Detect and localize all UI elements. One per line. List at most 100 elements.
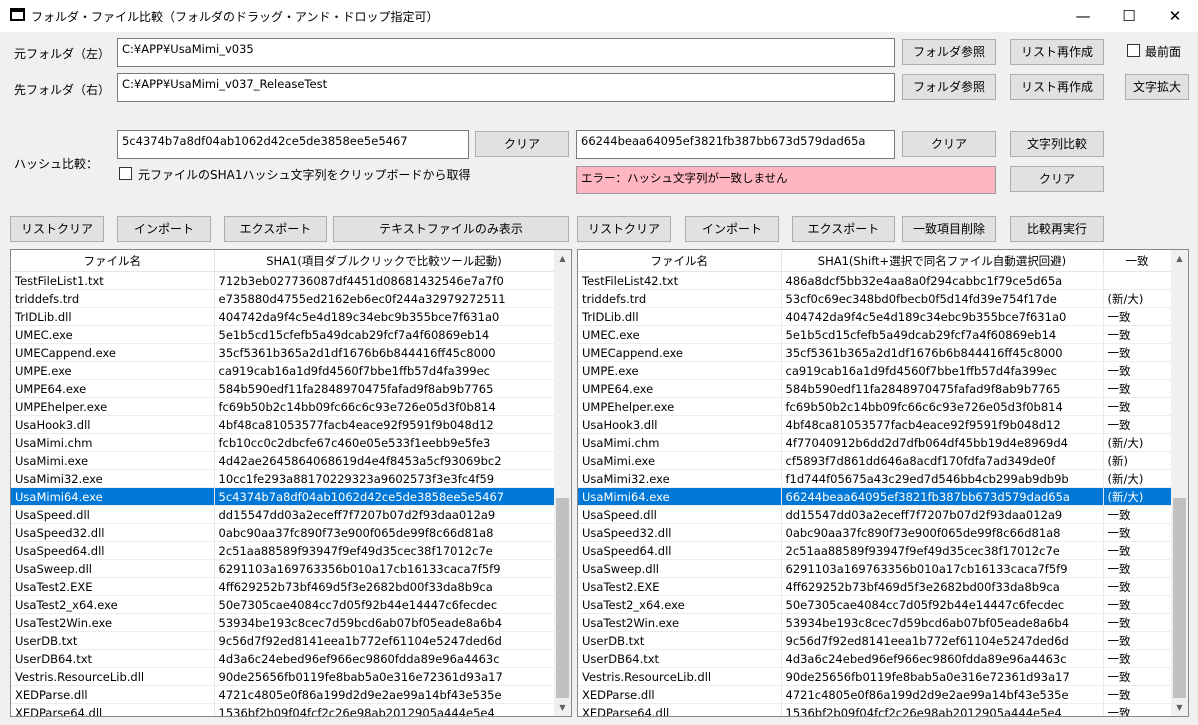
hash-clear-all-button[interactable]: クリア: [1010, 166, 1104, 192]
right-file-list[interactable]: ファイル名 SHA1(Shift+選択で同名ファイル自動選択回避) 一致 Tes…: [577, 249, 1189, 717]
left-column-filename-header[interactable]: ファイル名: [11, 250, 215, 272]
table-row[interactable]: UsaMimi64.exe 66244beaa64095ef3821fb387bb…: [578, 487, 1172, 506]
table-row[interactable]: UMPE.exe ca919cab16a1d9fd4560f7bbe1ffb57d…: [11, 361, 555, 380]
sha1-cell: 4d42ae2645864068619d4e4f8453a5cf93069bc2: [214, 451, 555, 470]
table-row[interactable]: UsaSpeed.dll dd15547dd03a2eceff7f7207b07d…: [11, 505, 555, 524]
table-row[interactable]: UsaTest2Win.exe 53934be193c8cec7d59bcd6ab…: [578, 613, 1172, 632]
right-export-button[interactable]: エクスポート: [792, 216, 895, 242]
table-row[interactable]: UsaHook3.dll 4bf48ca81053577facb4eace92f9…: [578, 415, 1172, 434]
table-row[interactable]: Vestris.ResourceLib.dll 90de25656fb0119fe…: [578, 667, 1172, 686]
maximize-button[interactable]: ☐: [1106, 0, 1152, 32]
table-row[interactable]: UsaMimi32.exe f1d744f05675a43c29ed7d546bb…: [578, 469, 1172, 488]
left-file-list[interactable]: ファイル名 SHA1(項目ダブルクリックで比較ツール起動) TestFileLi…: [10, 249, 572, 717]
table-row[interactable]: UserDB.txt 9c56d7f92ed8141eea1b772ef61104…: [578, 631, 1172, 650]
left-export-button[interactable]: エクスポート: [224, 216, 327, 242]
table-row[interactable]: UsaSpeed32.dll 0abc90aa37fc890f73e900f065…: [578, 523, 1172, 542]
table-row[interactable]: UserDB64.txt 4d3a6c24ebed96ef966ec9860fdd…: [11, 649, 555, 668]
table-row[interactable]: UMECappend.exe 35cf5361b365a2d1df1676b6b8…: [11, 343, 555, 362]
table-row[interactable]: Vestris.ResourceLib.dll 90de25656fb0119fe…: [11, 667, 555, 686]
table-row[interactable]: UsaSpeed64.dll 2c51aa88589f93947f9ef49d35…: [578, 541, 1172, 560]
table-row[interactable]: UsaSpeed32.dll 0abc90aa37fc890f73e900f065…: [11, 523, 555, 542]
right-folder-browse-button[interactable]: フォルダ参照: [902, 74, 996, 100]
filename-cell: UsaMimi64.exe: [578, 487, 782, 506]
table-row[interactable]: XEDParse.dll 4721c4805e0f86a199d2d9e2ae99…: [578, 685, 1172, 704]
left-list-clear-button[interactable]: リストクリア: [10, 216, 104, 242]
table-row[interactable]: UserDB.txt 9c56d7f92ed8141eea1b772ef61104…: [11, 631, 555, 650]
table-row[interactable]: UMPE.exe ca919cab16a1d9fd4560f7bbe1ffb57d…: [578, 361, 1172, 380]
left-scroll-thumb[interactable]: [556, 498, 569, 698]
left-folder-browse-button[interactable]: フォルダ参照: [902, 39, 996, 65]
match-cell: (新/大): [1103, 469, 1172, 488]
table-row[interactable]: UsaMimi.chm 4f77040912b6dd2d7dfb064df45bb…: [578, 433, 1172, 452]
topmost-checkbox[interactable]: [1127, 44, 1140, 57]
right-column-filename-header[interactable]: ファイル名: [578, 250, 782, 272]
table-row[interactable]: UsaMimi.exe 4d42ae2645864068619d4e4f8453a…: [11, 451, 555, 470]
minimize-button[interactable]: —: [1060, 0, 1106, 32]
table-row[interactable]: UsaHook3.dll 4bf48ca81053577facb4eace92f9…: [11, 415, 555, 434]
right-list-rebuild-button[interactable]: リスト再作成: [1010, 74, 1104, 100]
delete-matching-items-button[interactable]: 一致項目削除: [902, 216, 996, 242]
right-list-scrollbar[interactable]: ▲ ▼: [1171, 250, 1188, 716]
table-row[interactable]: UserDB64.txt 4d3a6c24ebed96ef966ec9860fdd…: [578, 649, 1172, 668]
table-row[interactable]: UMEC.exe 5e1b5cd15cfefb5a49dcab29fcf7a4f6…: [11, 325, 555, 344]
table-row[interactable]: UsaMimi.chm fcb10cc0c2dbcfe67c460e05e533f…: [11, 433, 555, 452]
filename-cell: triddefs.trd: [578, 289, 782, 308]
table-row[interactable]: XEDParse64.dll 1536bf2b09f04fcf2c26e98ab2…: [578, 703, 1172, 716]
table-row[interactable]: UsaMimi.exe cf5893f7d861dd646a8acdf170fdf…: [578, 451, 1172, 470]
right-column-sha1-header[interactable]: SHA1(Shift+選択で同名ファイル自動選択回避): [781, 250, 1104, 272]
left-list-rebuild-button[interactable]: リスト再作成: [1010, 39, 1104, 65]
table-row[interactable]: UMPE64.exe 584b590edf11fa2848970475fafad9…: [578, 379, 1172, 398]
table-row[interactable]: XEDParse.dll 4721c4805e0f86a199d2d9e2ae99…: [11, 685, 555, 704]
right-hash-clear-button[interactable]: クリア: [902, 131, 996, 157]
match-cell: 一致: [1103, 505, 1172, 524]
compare-strings-button[interactable]: 文字列比較: [1010, 131, 1104, 157]
scroll-down-arrow-icon[interactable]: ▼: [554, 699, 571, 716]
close-button[interactable]: ✕: [1152, 0, 1198, 32]
table-row[interactable]: UsaSpeed.dll dd15547dd03a2eceff7f7207b07d…: [578, 505, 1172, 524]
table-row[interactable]: TestFileList42.txt 486a8dcf5bb32e4aa8a0f2…: [578, 271, 1172, 290]
enlarge-text-button[interactable]: 文字拡大: [1125, 74, 1189, 100]
scroll-up-arrow-icon[interactable]: ▲: [1171, 250, 1188, 267]
hash-compare-label: ハッシュ比較：: [14, 157, 99, 171]
table-row[interactable]: UMPE64.exe 584b590edf11fa2848970475fafad9…: [11, 379, 555, 398]
table-row[interactable]: UsaTest2_x64.exe 50e7305cae4084cc7d05f92b…: [11, 595, 555, 614]
filename-cell: UMEC.exe: [578, 325, 782, 344]
table-row[interactable]: triddefs.trd e735880d4755ed2162eb6ec0f244…: [11, 289, 555, 308]
table-row[interactable]: UsaTest2.EXE 4ff629252b73bf469d5f3e2682bd…: [578, 577, 1172, 596]
left-column-sha1-header[interactable]: SHA1(項目ダブルクリックで比較ツール起動): [214, 250, 555, 272]
table-row[interactable]: UsaSpeed64.dll 2c51aa88589f93947f9ef49d35…: [11, 541, 555, 560]
table-row[interactable]: UsaSweep.dll 6291103a169763356b010a17cb16…: [11, 559, 555, 578]
scroll-down-arrow-icon[interactable]: ▼: [1171, 699, 1188, 716]
clipboard-hash-checkbox[interactable]: [119, 167, 132, 180]
table-row[interactable]: UMPEhelper.exe fc69b50b2c14bb09fc66c6c93e…: [578, 397, 1172, 416]
table-row[interactable]: UsaTest2.EXE 4ff629252b73bf469d5f3e2682bd…: [11, 577, 555, 596]
right-column-match-header[interactable]: 一致: [1103, 250, 1172, 272]
table-row[interactable]: UsaMimi64.exe 5c4374b7a8df04ab1062d42ce5d…: [11, 487, 555, 506]
left-import-button[interactable]: インポート: [117, 216, 211, 242]
table-row[interactable]: UMECappend.exe 35cf5361b365a2d1df1676b6b8…: [578, 343, 1172, 362]
right-list-clear-button[interactable]: リストクリア: [577, 216, 671, 242]
table-row[interactable]: XEDParse64.dll 1536bf2b09f04fcf2c26e98ab2…: [11, 703, 555, 716]
right-hash-input[interactable]: 66244beaa64095ef3821fb387bb673d579dad65a: [576, 130, 895, 159]
right-import-button[interactable]: インポート: [685, 216, 779, 242]
left-list-scrollbar[interactable]: ▲ ▼: [554, 250, 571, 716]
table-row[interactable]: UsaSweep.dll 6291103a169763356b010a17cb16…: [578, 559, 1172, 578]
recompare-button[interactable]: 比較再実行: [1010, 216, 1104, 242]
table-row[interactable]: triddefs.trd 53cf0c69ec348bd0fbecb0f5d14f…: [578, 289, 1172, 308]
table-row[interactable]: UsaMimi32.exe 10cc1fe293a88170229323a9602…: [11, 469, 555, 488]
table-row[interactable]: TrIDLib.dll 404742da9f4c5e4d189c34ebc9b35…: [11, 307, 555, 326]
right-folder-path-field[interactable]: C:¥APP¥UsaMimi_v037_ReleaseTest: [117, 73, 895, 102]
left-hash-clear-button[interactable]: クリア: [475, 131, 569, 157]
filename-cell: UsaMimi32.exe: [11, 469, 215, 488]
table-row[interactable]: UsaTest2_x64.exe 50e7305cae4084cc7d05f92b…: [578, 595, 1172, 614]
left-hash-input[interactable]: 5c4374b7a8df04ab1062d42ce5de3858ee5e5467: [117, 130, 469, 159]
left-folder-path-field[interactable]: C:¥APP¥UsaMimi_v035: [117, 38, 895, 67]
table-row[interactable]: UsaTest2Win.exe 53934be193c8cec7d59bcd6ab…: [11, 613, 555, 632]
scroll-up-arrow-icon[interactable]: ▲: [554, 250, 571, 267]
table-row[interactable]: UMPEhelper.exe fc69b50b2c14bb09fc66c6c93e…: [11, 397, 555, 416]
table-row[interactable]: UMEC.exe 5e1b5cd15cfefb5a49dcab29fcf7a4f6…: [578, 325, 1172, 344]
table-row[interactable]: TestFileList1.txt 712b3eb027736087df4451d…: [11, 271, 555, 290]
right-scroll-thumb[interactable]: [1173, 498, 1186, 698]
table-row[interactable]: TrIDLib.dll 404742da9f4c5e4d189c34ebc9b35…: [578, 307, 1172, 326]
text-files-only-button[interactable]: テキストファイルのみ表示: [333, 216, 569, 242]
